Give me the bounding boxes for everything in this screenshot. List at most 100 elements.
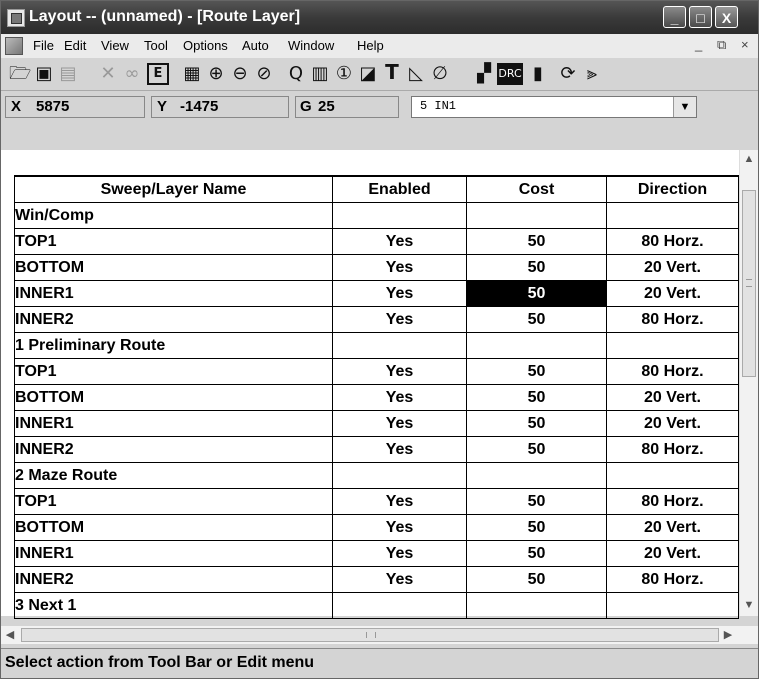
cell-name[interactable]: TOP1 [14,358,333,385]
query-icon[interactable]: Q [285,63,307,85]
scroll-up-icon[interactable]: ▲ [740,150,758,168]
cell-cost[interactable] [466,332,607,359]
cell-direction[interactable]: 80 Horz. [606,306,739,333]
mdi-restore-button[interactable]: ⧉ [717,37,726,53]
cell-name[interactable]: 1 Preliminary Route [14,332,333,359]
drc-icon[interactable]: DRC [497,63,523,85]
zoom-out-icon[interactable]: ⊖ [229,63,251,85]
table-row[interactable]: INNER1 Yes 50 20 Vert. [14,410,739,437]
save-icon[interactable]: ▣ [33,63,55,85]
table-row[interactable]: INNER1 Yes 50 20 Vert. [14,280,739,307]
vertical-scrollbar[interactable]: ▲ ▼ [739,150,758,616]
grid-icon[interactable]: ▦ [181,63,203,85]
cell-name[interactable]: Win/Comp [14,202,333,229]
binoculars-icon[interactable]: ∞ [121,63,143,85]
cell-cost[interactable] [466,202,607,229]
menu-window[interactable]: Window [288,38,334,53]
cell-name[interactable]: INNER1 [14,410,333,437]
cell-cost[interactable] [466,462,607,489]
cell-enabled[interactable]: Yes [332,540,467,567]
cell-enabled[interactable]: Yes [332,566,467,593]
maximize-button[interactable]: □ [689,6,712,28]
minimize-button[interactable]: _ [663,6,686,28]
cell-name[interactable]: BOTTOM [14,384,333,411]
cell-direction[interactable] [606,592,739,619]
cell-enabled[interactable]: Yes [332,488,467,515]
cell-cost[interactable]: 50 [466,540,607,567]
cell-cost[interactable]: 50 [466,384,607,411]
pins-icon[interactable]: ▥ [309,63,331,85]
cell-cost[interactable]: 50 [466,358,607,385]
cell-direction[interactable]: 20 Vert. [606,384,739,411]
cell-enabled[interactable]: Yes [332,280,467,307]
table-row[interactable]: INNER2 Yes 50 80 Horz. [14,436,739,463]
cell-enabled[interactable]: Yes [332,436,467,463]
cell-direction[interactable] [606,332,739,359]
table-row[interactable]: BOTTOM Yes 50 20 Vert. [14,514,739,541]
table-row[interactable]: BOTTOM Yes 50 20 Vert. [14,254,739,281]
edit-icon[interactable]: E [147,63,169,85]
text-icon[interactable]: T [381,62,403,85]
cell-name[interactable]: INNER1 [14,540,333,567]
component-icon[interactable]: ① [333,63,355,85]
cell-enabled[interactable] [332,332,467,359]
cell-name[interactable]: INNER2 [14,436,333,463]
cell-name[interactable]: TOP1 [14,488,333,515]
scroll-right-icon[interactable]: ▶ [719,626,737,644]
cell-direction[interactable]: 20 Vert. [606,254,739,281]
vertical-scroll-thumb[interactable] [742,190,756,377]
cell-cost[interactable] [466,592,607,619]
menu-edit[interactable]: Edit [64,38,86,53]
table-group-row[interactable]: 1 Preliminary Route [14,332,739,359]
header-enabled[interactable]: Enabled [332,175,467,203]
cell-enabled[interactable] [332,202,467,229]
chevron-down-icon[interactable]: ▼ [673,97,696,117]
header-sweep-layer-name[interactable]: Sweep/Layer Name [14,175,333,203]
menu-tool[interactable]: Tool [144,38,168,53]
table-group-row[interactable]: 2 Maze Route [14,462,739,489]
stack-icon[interactable]: ▮ [527,63,549,85]
header-cost[interactable]: Cost [466,175,607,203]
cell-enabled[interactable] [332,462,467,489]
cell-name[interactable]: TOP1 [14,228,333,255]
cell-name[interactable]: 2 Maze Route [14,462,333,489]
cell-direction[interactable]: 80 Horz. [606,358,739,385]
menu-auto[interactable]: Auto [242,38,269,53]
horizontal-scroll-thumb[interactable] [21,628,719,642]
cell-enabled[interactable]: Yes [332,358,467,385]
cell-enabled[interactable]: Yes [332,514,467,541]
zoom-fit-icon[interactable]: ⊘ [253,63,275,85]
mdi-minimize-button[interactable]: _ [695,37,702,52]
table-row[interactable]: TOP1 Yes 50 80 Horz. [14,228,739,255]
cell-enabled[interactable] [332,592,467,619]
menu-options[interactable]: Options [183,38,228,53]
table-row[interactable]: INNER2 Yes 50 80 Horz. [14,306,739,333]
zoom-in-icon[interactable]: ⊕ [205,63,227,85]
cell-name[interactable]: INNER1 [14,280,333,307]
app-icon[interactable] [7,9,25,27]
cell-cost[interactable]: 50 [466,566,607,593]
cell-enabled[interactable]: Yes [332,254,467,281]
cell-name[interactable]: 3 Next 1 [14,592,333,619]
open-icon[interactable]: 🗁 [9,63,31,85]
cell-enabled[interactable]: Yes [332,228,467,255]
menu-view[interactable]: View [101,38,129,53]
print-icon[interactable]: ▤ [57,63,79,85]
line-icon[interactable]: ◺ [405,63,427,85]
table-group-row[interactable]: 3 Next 1 [14,592,739,619]
cell-cost[interactable]: 50 [466,410,607,437]
cell-direction[interactable] [606,202,739,229]
table-row[interactable]: INNER1 Yes 50 20 Vert. [14,540,739,567]
cell-enabled[interactable]: Yes [332,410,467,437]
menu-file[interactable]: File [33,38,54,53]
layer-select[interactable]: 5 IN1 ▼ [411,96,697,118]
cell-enabled[interactable]: Yes [332,306,467,333]
layers-icon[interactable]: ▞ [473,63,495,85]
cell-direction[interactable]: 80 Horz. [606,228,739,255]
cell-direction[interactable]: 80 Horz. [606,566,739,593]
scroll-left-icon[interactable]: ◀ [1,626,19,644]
cross-icon[interactable]: ✕ [97,63,119,85]
cell-name[interactable]: INNER2 [14,306,333,333]
cell-direction[interactable]: 20 Vert. [606,280,739,307]
cell-direction[interactable]: 20 Vert. [606,514,739,541]
